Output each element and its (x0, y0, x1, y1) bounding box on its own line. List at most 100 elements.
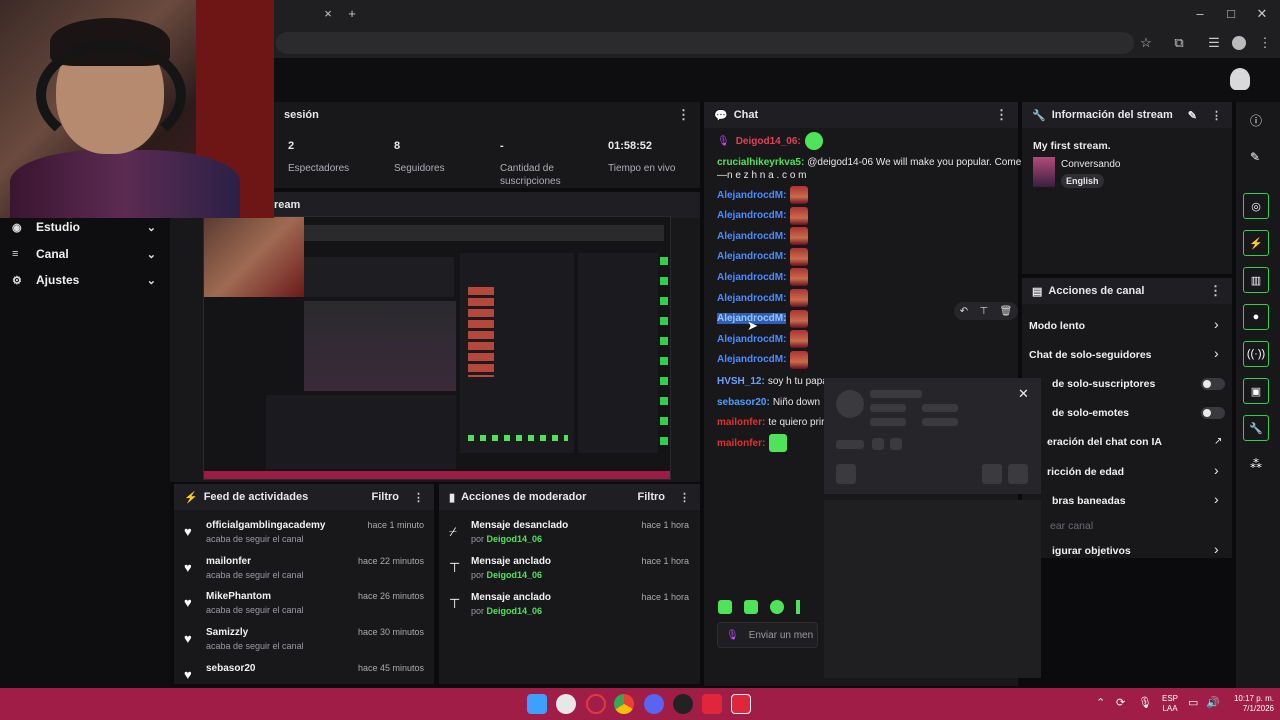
action-slow-mode[interactable]: Modo lento (1029, 316, 1085, 336)
emote-button[interactable] (770, 600, 784, 614)
chat-username[interactable]: mailonfer: (717, 438, 765, 449)
app-icon[interactable] (702, 694, 722, 714)
more-options-icon[interactable]: ⋮ (413, 491, 424, 504)
chat-username[interactable]: AlejandrocdM: (717, 190, 786, 201)
panel-title: Acciones de moderador (461, 491, 587, 503)
new-tab-icon[interactable]: + (343, 5, 361, 23)
filter-button[interactable]: Filtro (638, 491, 666, 503)
chat-username[interactable]: mailonfer: (717, 417, 765, 428)
wrench-icon[interactable]: 🔧 (1243, 415, 1269, 441)
microphone-icon[interactable]: 🎙 (1138, 696, 1152, 709)
chat-input[interactable]: 🎙 Enviar un men (717, 622, 818, 648)
external-link-icon[interactable]: ↗ (1214, 436, 1222, 447)
maximize-window-button[interactable]: □ (1222, 5, 1240, 23)
nodes-icon[interactable]: ⁂ (1250, 457, 1262, 471)
emote-button[interactable] (796, 600, 800, 614)
tray-chevron-up-icon[interactable]: ⌃ (1096, 696, 1105, 709)
emotes-only-toggle[interactable] (1201, 407, 1225, 419)
action-emotes-only[interactable]: de solo-emotes (1052, 403, 1129, 423)
edit-icon[interactable]: ✎ (1188, 109, 1197, 122)
discord-icon[interactable] (644, 694, 664, 714)
browser-menu-icon[interactable]: ⋮ (1256, 34, 1274, 52)
chat-icon[interactable]: ● (1243, 304, 1269, 330)
chat-username[interactable]: HVSH_12: (717, 376, 765, 387)
delete-icon[interactable]: 🗑 (1000, 306, 1013, 317)
chevron-right-icon[interactable]: › (1214, 541, 1219, 557)
reply-icon[interactable]: ↶ (960, 306, 968, 317)
chat-message-pinned: 🎙 Deigod14_06: (717, 132, 823, 150)
sync-icon[interactable]: ⟳ (1116, 696, 1125, 709)
close-window-button[interactable]: ✕ (1253, 5, 1271, 23)
more-options-icon[interactable]: ⋮ (679, 491, 690, 504)
chat-username[interactable]: AlejandrocdM: (717, 210, 786, 221)
start-icon[interactable] (527, 694, 547, 714)
chrome-icon[interactable] (614, 694, 634, 714)
chat-username[interactable]: AlejandrocdM: (717, 334, 786, 345)
nav-item-canal[interactable]: ≡ Canal ⌄ (0, 241, 170, 267)
opera-icon[interactable] (586, 694, 606, 714)
action-subscribers-only[interactable]: de solo-suscriptores (1052, 374, 1155, 394)
info-icon[interactable]: ⓘ (1250, 112, 1262, 129)
lightning-icon[interactable]: ⚡ (1243, 230, 1269, 256)
action-raid-channel[interactable]: ear canal (1050, 516, 1093, 536)
minimize-window-button[interactable]: – (1191, 5, 1209, 23)
extensions-icon[interactable]: ⧉ (1170, 34, 1188, 52)
heart-icon: ♥ (184, 667, 192, 682)
action-banned-words[interactable]: bras baneadas (1052, 491, 1126, 511)
panel-title: Información del stream (1051, 109, 1173, 121)
nav-item-ajustes[interactable]: ⚙ Ajustes ⌄ (0, 267, 170, 293)
action-ai-moderation[interactable]: eración del chat con IA (1047, 432, 1162, 452)
emote-button[interactable] (718, 600, 732, 614)
system-clock[interactable]: 10:17 p. m. 7/1/2026 (1222, 694, 1274, 714)
chat-username[interactable]: AlejandrocdM: (717, 272, 786, 283)
edit-icon[interactable]: ✎ (1250, 150, 1260, 164)
user-avatar[interactable] (1230, 68, 1250, 90)
profile-avatar[interactable] (1232, 36, 1246, 50)
layout-icon[interactable]: ▣ (1243, 378, 1269, 404)
app-icon[interactable] (556, 694, 576, 714)
subscribers-only-toggle[interactable] (1201, 378, 1225, 390)
action-age-restriction[interactable]: ricción de edad (1047, 462, 1124, 482)
wrench-icon: 🔧 (1032, 109, 1046, 122)
close-tab-icon[interactable]: × (319, 5, 337, 23)
message-actions-toolbar: ↶ ⊤ 🗑 (954, 302, 1018, 320)
input-language[interactable]: ESP LAA (1162, 694, 1178, 714)
heart-icon: ♥ (184, 560, 192, 575)
pin-icon[interactable]: ⊤ (979, 306, 988, 317)
document-icon[interactable]: ▥ (1243, 267, 1269, 293)
close-icon[interactable]: ✕ (1018, 386, 1029, 402)
stat-viewers: 2 Espectadores (288, 140, 350, 174)
more-options-icon[interactable]: ⋮ (1211, 109, 1222, 122)
chevron-right-icon[interactable]: › (1214, 345, 1219, 361)
chat-username[interactable]: AlejandrocdM: (717, 293, 786, 304)
chat-username[interactable]: AlejandrocdM: (717, 231, 786, 242)
monitor-icon[interactable]: ▭ (1188, 696, 1198, 709)
more-options-icon[interactable]: ⋮ (995, 107, 1008, 123)
chevron-right-icon[interactable]: › (1214, 316, 1219, 332)
address-bar[interactable] (276, 32, 1134, 54)
chat-username[interactable]: Deigod14_06: (736, 136, 801, 147)
action-followers-only[interactable]: Chat de solo-seguidores (1029, 345, 1152, 365)
volume-icon[interactable]: 🔊 (1206, 696, 1220, 709)
filter-button[interactable]: Filtro (372, 491, 400, 503)
reading-list-icon[interactable]: ☰ (1205, 34, 1223, 52)
chevron-right-icon[interactable]: › (1214, 462, 1219, 478)
action-set-goals[interactable]: igurar objetivos (1052, 541, 1131, 561)
chat-message: mailonfer: (717, 434, 788, 452)
skeleton-box (872, 438, 884, 450)
chat-text: te quiero prir (768, 416, 825, 428)
chat-username[interactable]: AlejandrocdM: (717, 354, 786, 365)
chat-username[interactable]: sebasor20: (717, 397, 770, 408)
emote-button[interactable] (744, 600, 758, 614)
broadcast-icon[interactable]: ((·)) (1243, 341, 1269, 367)
bookmark-star-icon[interactable]: ☆ (1137, 34, 1155, 52)
chevron-right-icon[interactable]: › (1214, 491, 1219, 507)
more-options-icon[interactable]: ⋮ (677, 107, 690, 123)
chat-username[interactable]: AlejandrocdM: (717, 251, 786, 262)
camera-icon[interactable]: ◎ (1243, 193, 1269, 219)
obs-icon[interactable] (673, 694, 693, 714)
stream-preview-video[interactable] (203, 216, 671, 480)
app-icon[interactable] (731, 694, 751, 714)
skeleton-avatar (836, 390, 864, 418)
more-options-icon[interactable]: ⋮ (1209, 283, 1222, 299)
